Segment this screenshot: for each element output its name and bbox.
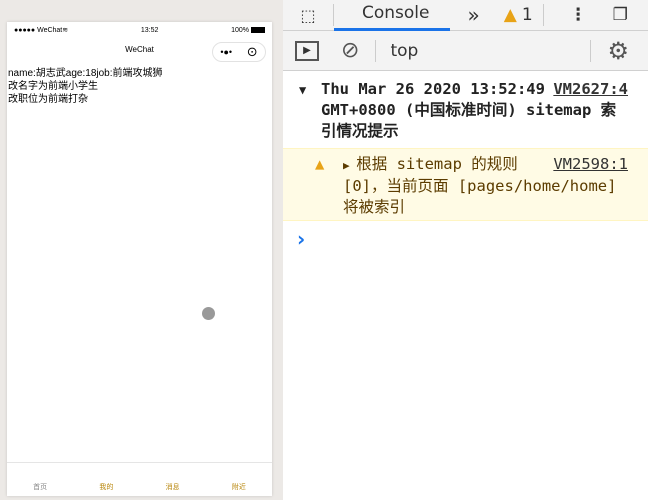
battery-icon (250, 26, 265, 33)
source-link[interactable]: VM2598:1 (553, 154, 628, 175)
warning-count[interactable]: 1 (522, 5, 533, 25)
clear-console-icon[interactable]: ⊘ (341, 38, 359, 63)
tab-console[interactable]: Console (334, 0, 450, 31)
wifi-icon: ≋ (62, 27, 69, 34)
warning-icon[interactable]: ▲ (504, 5, 517, 25)
tab-bar: 首页 我的 消息 附近 (7, 462, 272, 496)
more-tabs-icon[interactable]: » (468, 3, 480, 27)
tab-home[interactable]: 首页 (33, 482, 47, 492)
context-selector[interactable]: top (390, 41, 590, 61)
text-line: name:胡志武age:18job:前端攻城狮 (8, 68, 163, 79)
divider (542, 4, 544, 26)
more-icon[interactable]: •●• (220, 42, 232, 62)
capsule: •●• ⊙ (212, 42, 266, 62)
console-message: ▼ VM2627:4 Thu Mar 26 2020 13:52:49 GMT+… (283, 71, 648, 146)
source-link[interactable]: VM2627:4 (553, 79, 628, 100)
console-warning: ▲ VM2598:1 ▶ 根据 sitemap 的规则[0]，当前页面 [pag… (283, 148, 648, 221)
tab-mine[interactable]: 我的 (99, 482, 113, 492)
simulator: ●●●●● WeChat≋ 13:52 100% WeChat •●• ⊙ na… (0, 0, 283, 500)
divider (590, 39, 592, 62)
carrier: ●●●●● WeChat (14, 27, 63, 34)
page-content: name:胡志武age:18job:前端攻城狮 改名字为前端小学生 改职位为前端… (7, 62, 272, 106)
expand-triangle-icon[interactable]: ▶ (343, 159, 356, 172)
divider (375, 39, 377, 62)
console-prompt[interactable]: › (283, 221, 648, 257)
devtools-tabbar: ⬚ Console » ▲ 1 ⋮ ❐ (283, 0, 648, 31)
tab-nearby[interactable]: 附近 (232, 482, 246, 492)
nav-title: WeChat (125, 45, 154, 54)
console-toolbar: ▶ ⊘ top ⚙ (283, 31, 648, 71)
phone-screen: ●●●●● WeChat≋ 13:52 100% WeChat •●• ⊙ na… (7, 22, 272, 496)
text-line: 改名字为前端小学生 (8, 81, 98, 92)
close-mini-program-icon[interactable]: ⊙ (247, 42, 258, 62)
menu-icon[interactable]: ⋮ (570, 5, 587, 25)
nav-bar: WeChat •●• ⊙ (7, 38, 272, 62)
clock: 13:52 (140, 26, 159, 34)
status-bar: ●●●●● WeChat≋ 13:52 100% (7, 22, 272, 38)
sidebar-toggle-icon[interactable]: ▶ (295, 40, 319, 61)
tab-messages[interactable]: 消息 (166, 482, 180, 492)
devtools-panel: ⬚ Console » ▲ 1 ⋮ ❐ ▶ ⊘ top ⚙ ▼ VM2627:4… (283, 0, 648, 500)
inspect-element-icon[interactable]: ⬚ (283, 6, 333, 25)
settings-gear-icon[interactable]: ⚙ (607, 37, 629, 65)
expand-triangle-icon[interactable]: ▼ (299, 80, 306, 101)
battery-level: 100% (231, 26, 250, 34)
text-line: 改职位为前端打杂 (8, 94, 88, 105)
touch-cursor (202, 307, 215, 320)
warning-icon: ▲ (315, 155, 325, 173)
undock-icon[interactable]: ❐ (613, 5, 628, 25)
